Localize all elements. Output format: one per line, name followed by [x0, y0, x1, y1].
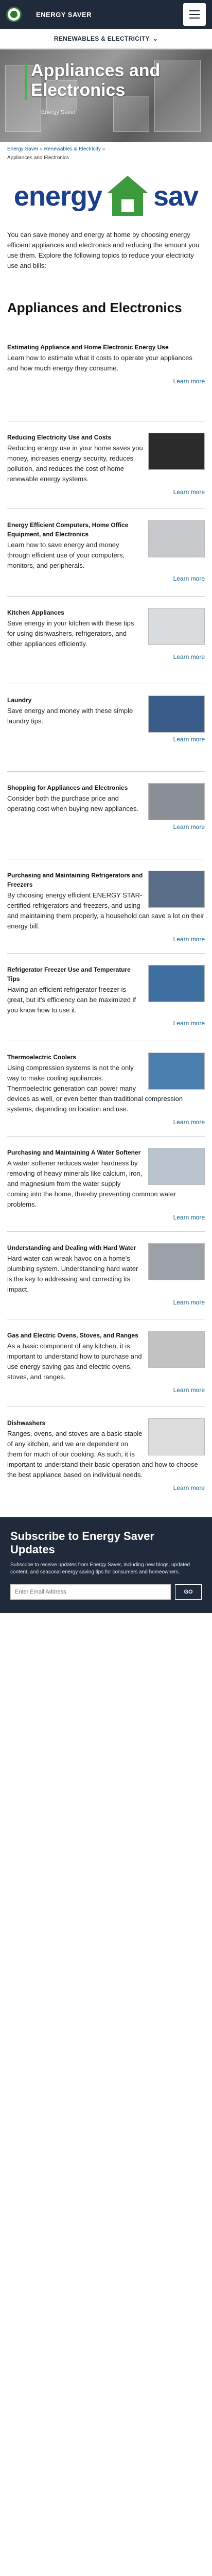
email-input[interactable] [10, 1584, 171, 1600]
topic-thumbnail[interactable] [148, 965, 205, 1002]
house-icon [107, 176, 148, 217]
topic-card[interactable]: Dishwashers Ranges, ovens, and stoves are… [7, 1406, 205, 1502]
topic-card[interactable]: Purchasing and Maintaining Refrigerators… [7, 859, 205, 953]
topic-thumbnail[interactable] [148, 1148, 205, 1185]
topic-thumbnail[interactable] [148, 608, 205, 645]
breadcrumb: Energy Saver » Renewables & Electricity … [0, 142, 212, 161]
hamburger-icon [189, 10, 200, 11]
section-heading: Appliances and Electronics [7, 300, 182, 315]
topic-card-list: Estimating Appliance and Home Electronic… [0, 331, 212, 1502]
topic-card[interactable]: Purchasing and Maintaining A Water Softe… [7, 1136, 205, 1231]
topic-card[interactable]: Thermoelectric Coolers Using compression … [7, 1041, 205, 1136]
topic-card[interactable]: Shopping for Appliances and Electronics C… [7, 771, 205, 859]
chevron-down-icon: ⌄ [152, 35, 158, 42]
learn-more-link[interactable]: Learn more [7, 1299, 205, 1306]
topic-card[interactable]: Kitchen Appliances Save energy in your ki… [7, 596, 205, 684]
learn-more-link[interactable]: Learn more [7, 1214, 205, 1221]
hamburger-menu-button[interactable] [183, 3, 206, 26]
topic-card[interactable]: Energy Efficient Computers, Home Office … [7, 509, 205, 596]
learn-more-link[interactable]: Learn more [7, 378, 205, 385]
topic-thumbnail[interactable] [148, 871, 205, 908]
topic-card[interactable]: Laundry Save energy and money with these … [7, 684, 205, 771]
subscribe-description: Subscribe to receive updates from Energy… [10, 1562, 190, 1575]
learn-more-link[interactable]: Learn more [7, 1118, 205, 1126]
topic-thumbnail[interactable] [148, 696, 205, 733]
energy-saver-logo: energy sav [0, 168, 212, 225]
breadcrumb-link-energy-saver[interactable]: Energy Saver [7, 146, 39, 152]
learn-more-link[interactable]: Learn more [7, 653, 205, 660]
topic-card[interactable]: Refrigerator Freezer Use and Temperature… [7, 953, 205, 1041]
learn-more-link[interactable]: Learn more [7, 823, 205, 831]
topic-title[interactable]: Estimating Appliance and Home Electronic… [7, 343, 205, 352]
breadcrumb-current: Appliances and Electronics [7, 155, 69, 161]
learn-more-link[interactable]: Learn more [7, 736, 205, 743]
subscribe-section: Subscribe to Energy Saver Updates Subscr… [0, 1517, 212, 1613]
topic-thumbnail[interactable] [148, 1418, 205, 1455]
learn-more-link[interactable]: Learn more [7, 936, 205, 943]
subscribe-go-button[interactable]: GO [175, 1584, 202, 1600]
section-nav-label: RENEWABLES & ELECTRICITY [54, 35, 150, 42]
topic-thumbnail[interactable] [148, 783, 205, 820]
topic-thumbnail[interactable] [148, 433, 205, 470]
doe-seal-logo[interactable] [6, 7, 22, 22]
topic-card[interactable]: Reducing Electricity Use and Costs Reduci… [7, 421, 205, 509]
subscribe-title: Subscribe to Energy Saver Updates [10, 1530, 154, 1556]
intro-text: You can save money and energy at home by… [7, 231, 200, 269]
learn-more-link[interactable]: Learn more [7, 1020, 205, 1027]
topic-thumbnail[interactable] [148, 1331, 205, 1368]
site-title[interactable]: ENERGY SAVER [36, 11, 183, 19]
topic-description: Learn how to estimate what it costs to o… [7, 354, 192, 372]
hero-banner: Appliances and Electronics Energy Saver [0, 49, 212, 142]
learn-more-link[interactable]: Learn more [7, 1484, 205, 1492]
learn-more-link[interactable]: Learn more [7, 575, 205, 582]
hero-subtitle: Energy Saver [41, 109, 76, 115]
section-nav-toggle[interactable]: RENEWABLES & ELECTRICITY ⌄ [0, 29, 212, 49]
top-bar: ENERGY SAVER [0, 0, 212, 29]
breadcrumb-link-renewables[interactable]: Renewables & Electricity [44, 146, 101, 152]
topic-thumbnail[interactable] [148, 1243, 205, 1280]
topic-card[interactable]: Estimating Appliance and Home Electronic… [7, 331, 205, 421]
learn-more-link[interactable]: Learn more [7, 488, 205, 496]
learn-more-link[interactable]: Learn more [7, 1386, 205, 1394]
topic-thumbnail[interactable] [148, 520, 205, 557]
topic-card[interactable]: Understanding and Dealing with Hard Wate… [7, 1231, 205, 1319]
topic-card[interactable]: Gas and Electric Ovens, Stoves, and Rang… [7, 1319, 205, 1406]
topic-thumbnail[interactable] [148, 1053, 205, 1090]
page-title: Appliances and Electronics [25, 61, 202, 100]
